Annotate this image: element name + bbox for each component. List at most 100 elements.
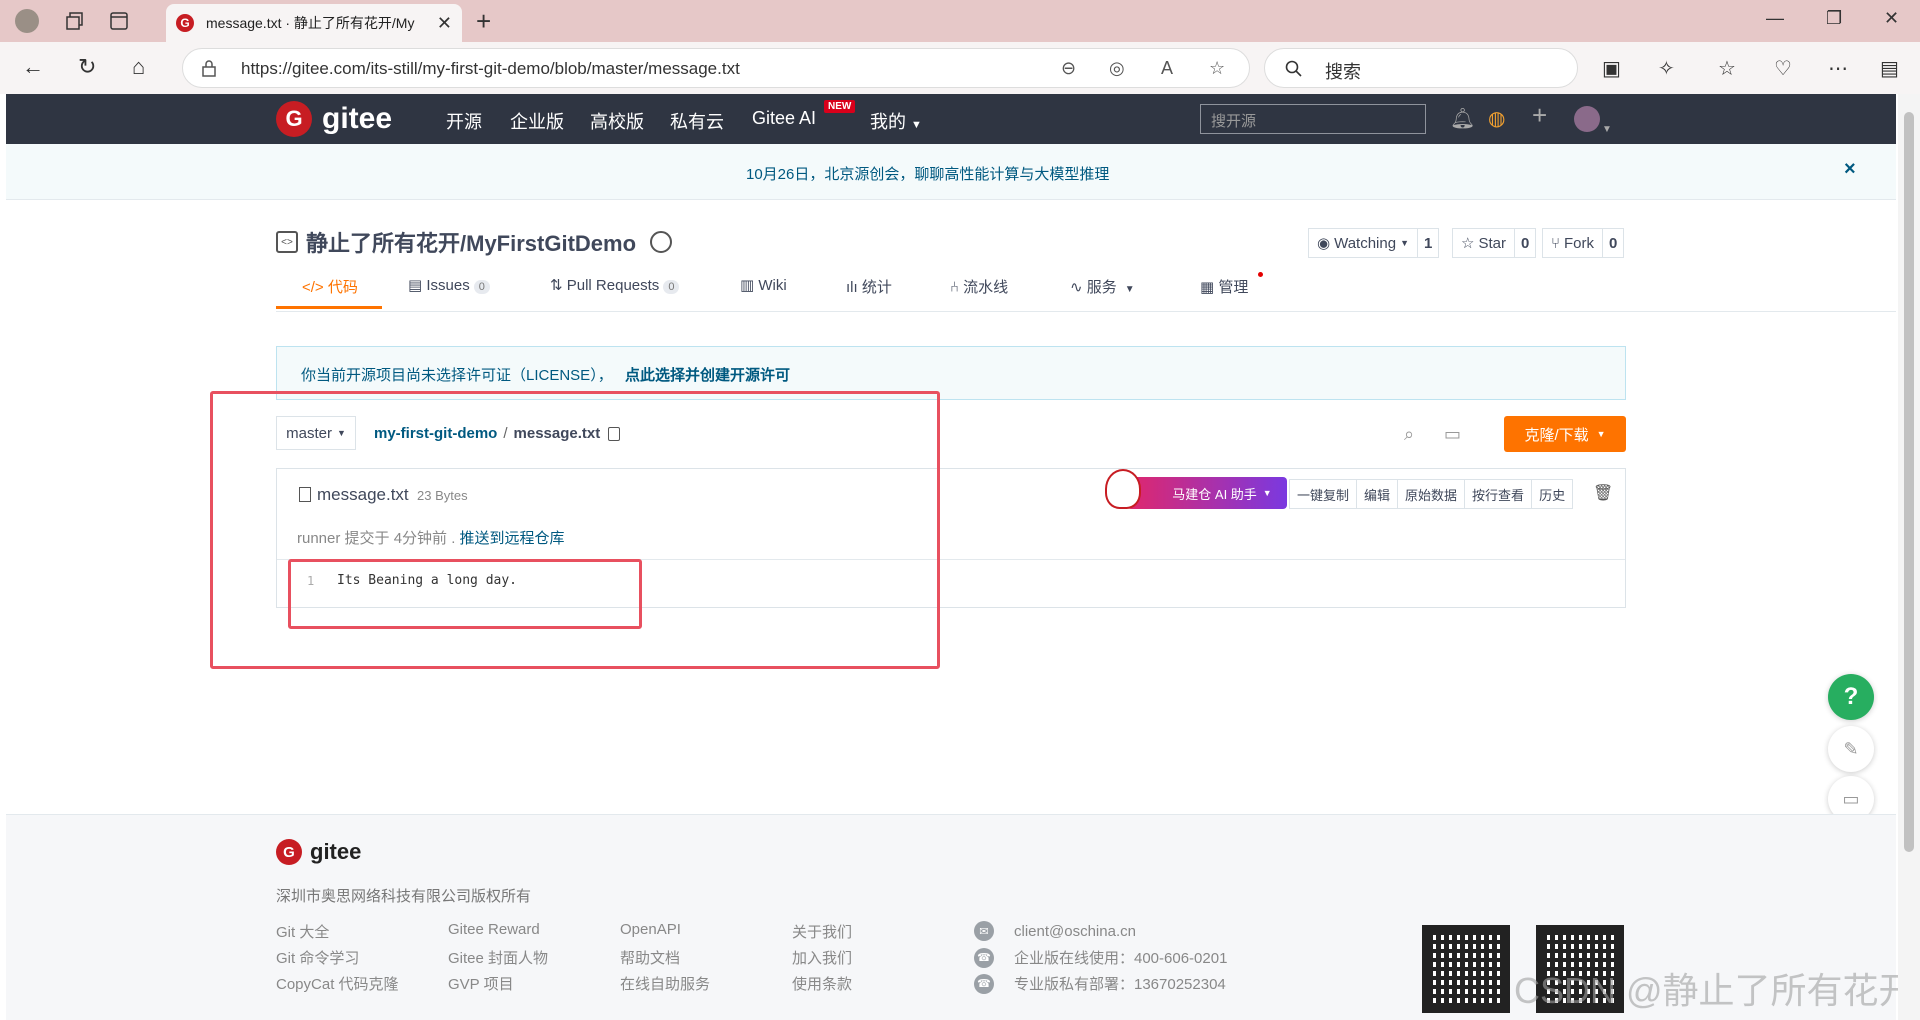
- nav-private-cloud[interactable]: 私有云: [670, 108, 724, 134]
- tab-issues[interactable]: ▤ Issues 0: [408, 276, 490, 294]
- chevron-down-icon: ▼: [1596, 429, 1606, 439]
- copy-all-button[interactable]: 一键复制: [1290, 480, 1358, 508]
- eye-icon: ◉: [1317, 235, 1331, 252]
- user-avatar[interactable]: ▼: [1574, 106, 1612, 138]
- footer-link[interactable]: GVP 项目: [448, 973, 548, 999]
- browser-address-row: ← ↻ ⌂ https://gitee.com/its-still/my-fir…: [0, 42, 1920, 94]
- ai-assistant-button[interactable]: 马建仓 AI 助手 ▼: [1127, 477, 1287, 509]
- repo-name[interactable]: 静止了所有花开/MyFirstGitDemo: [306, 226, 636, 258]
- web-ide-icon[interactable]: ▭: [1444, 424, 1461, 445]
- zoom-out-icon[interactable]: ⊖: [1061, 58, 1076, 79]
- footer-link[interactable]: OpenAPI: [620, 921, 710, 947]
- more-menu-icon[interactable]: ⋯: [1828, 56, 1848, 81]
- certificate-icon[interactable]: [650, 231, 673, 253]
- notification-dot: [1258, 272, 1263, 277]
- star-label: Star: [1478, 234, 1506, 252]
- footer-link[interactable]: Git 命令学习: [276, 947, 399, 973]
- copilot-icon[interactable]: ◎: [1109, 58, 1125, 79]
- phone-icon: ☎: [974, 973, 994, 994]
- trash-icon[interactable]: 🗑︎: [1593, 483, 1613, 503]
- nav-education[interactable]: 高校版: [590, 108, 644, 134]
- plus-icon[interactable]: +: [1532, 100, 1547, 131]
- workspaces-icon[interactable]: [62, 8, 88, 34]
- minimize-icon[interactable]: —: [1766, 8, 1784, 29]
- banner-text[interactable]: 10月26日，北京源创会，聊聊高性能计算与大模型推理: [746, 163, 1109, 184]
- scrollbar-thumb[interactable]: [1904, 112, 1914, 852]
- extension-game-icon[interactable]: ▣: [1602, 56, 1621, 81]
- footer-link[interactable]: 关于我们: [792, 921, 852, 947]
- fork-button[interactable]: ⑂ Fork 0: [1542, 228, 1625, 258]
- file-search-icon[interactable]: ⌕: [1404, 424, 1414, 445]
- nav-enterprise[interactable]: 企业版: [510, 108, 564, 134]
- services-icon: ∿: [1070, 279, 1087, 296]
- favorite-star-icon[interactable]: ☆: [1209, 58, 1225, 79]
- refresh-icon[interactable]: ↻: [78, 54, 96, 80]
- help-button[interactable]: ?: [1828, 674, 1874, 720]
- footer-link[interactable]: 使用条款: [792, 973, 852, 999]
- contact-email-text[interactable]: client@oschina.cn: [1014, 923, 1136, 940]
- profile-avatar[interactable]: [14, 8, 40, 34]
- tab-manage[interactable]: ▦ 管理: [1200, 276, 1248, 297]
- restore-icon[interactable]: ❐: [1826, 8, 1842, 29]
- close-tab-icon[interactable]: ✕: [437, 13, 452, 34]
- code-repo-icon: <>: [276, 231, 298, 253]
- footer-link[interactable]: Gitee Reward: [448, 921, 548, 947]
- raw-button[interactable]: 原始数据: [1398, 480, 1466, 508]
- annotation-box-inner: [288, 559, 642, 629]
- read-aloud-icon[interactable]: A: [1161, 58, 1173, 79]
- tab-code[interactable]: </> 代码: [302, 276, 358, 297]
- nav-mine[interactable]: 我的 ▼: [870, 108, 922, 134]
- footer-link[interactable]: 加入我们: [792, 947, 852, 973]
- close-icon[interactable]: ×: [1844, 158, 1856, 181]
- tab-pipeline[interactable]: ⑃ 流水线: [950, 276, 1008, 297]
- nav-gitee-ai[interactable]: Gitee AI: [752, 108, 816, 129]
- star-button[interactable]: ☆ Star 0: [1452, 228, 1537, 258]
- footer-link[interactable]: 在线自助服务: [620, 973, 710, 999]
- address-bar[interactable]: https://gitee.com/its-still/my-first-git…: [182, 48, 1250, 88]
- page-scrollbar[interactable]: [1898, 94, 1920, 1020]
- browser-tab-active[interactable]: G message.txt · 静止了所有花开/My ✕: [166, 4, 462, 42]
- tab-services[interactable]: ∿ 服务 ▼: [1070, 276, 1135, 297]
- lightbulb-icon[interactable]: ◍: [1488, 106, 1505, 131]
- tab-pull-requests[interactable]: ⇅ Pull Requests 0: [550, 276, 680, 294]
- browser-tab-strip: G message.txt · 静止了所有花开/My ✕ + — ❐ ✕: [0, 0, 1920, 42]
- star-icon: ☆: [1461, 235, 1475, 252]
- browser-essentials-icon[interactable]: ♡: [1774, 56, 1792, 81]
- back-icon[interactable]: ←: [22, 54, 44, 80]
- clone-download-button[interactable]: 克隆/下载 ▼: [1504, 416, 1626, 452]
- watching-label: Watching: [1334, 234, 1397, 252]
- gitee-top-nav: G gitee 开源 企业版 高校版 私有云 Gitee AI NEW 我的 ▼…: [6, 94, 1896, 144]
- footer-link[interactable]: 帮助文档: [620, 947, 710, 973]
- chevron-down-icon: ▼: [911, 119, 922, 131]
- nav-mine-label: 我的: [870, 112, 906, 132]
- gitee-search-input[interactable]: 搜开源: [1200, 104, 1426, 134]
- feedback-icon[interactable]: ✎: [1828, 726, 1874, 772]
- tab-wiki[interactable]: ▥ Wiki: [740, 276, 787, 294]
- tab-actions-icon[interactable]: [106, 8, 132, 34]
- watching-button[interactable]: ◉ Watching ▼ 1: [1308, 228, 1440, 258]
- footer-link[interactable]: Gitee 封面人物: [448, 947, 548, 973]
- fork-icon: ⑂: [1551, 234, 1561, 252]
- history-button[interactable]: 历史: [1532, 480, 1572, 508]
- new-tab-icon[interactable]: +: [476, 6, 491, 37]
- home-icon[interactable]: ⌂: [132, 54, 145, 80]
- repo-tabs: </> 代码 ▤ Issues 0 ⇅ Pull Requests 0 ▥ Wiki…: [276, 266, 1896, 312]
- nav-open-source[interactable]: 开源: [446, 108, 482, 134]
- create-license-link[interactable]: 点此选择并创建开源许可: [625, 364, 790, 385]
- sidebar-toggle-icon[interactable]: ▤: [1880, 56, 1899, 81]
- footer-link[interactable]: Git 大全: [276, 921, 399, 947]
- close-window-icon[interactable]: ✕: [1884, 8, 1899, 29]
- favorites-icon[interactable]: ☆: [1718, 56, 1736, 81]
- stats-icon: ılı: [846, 279, 862, 296]
- footer-logo[interactable]: G gitee: [276, 839, 361, 865]
- tab-code-label: 代码: [327, 279, 358, 296]
- bell-icon[interactable]: 🔔︎: [1450, 106, 1475, 131]
- watching-count: 1: [1424, 234, 1433, 252]
- tab-stats[interactable]: ılı 统计: [846, 276, 892, 297]
- edit-button[interactable]: 编辑: [1357, 480, 1399, 508]
- footer-link[interactable]: CopyCat 代码克隆: [276, 973, 399, 999]
- browser-search-box[interactable]: 搜索: [1264, 48, 1578, 88]
- gitee-logo[interactable]: G gitee: [276, 101, 392, 137]
- extensions-icon[interactable]: ✧: [1658, 56, 1675, 81]
- blame-button[interactable]: 按行查看: [1465, 480, 1533, 508]
